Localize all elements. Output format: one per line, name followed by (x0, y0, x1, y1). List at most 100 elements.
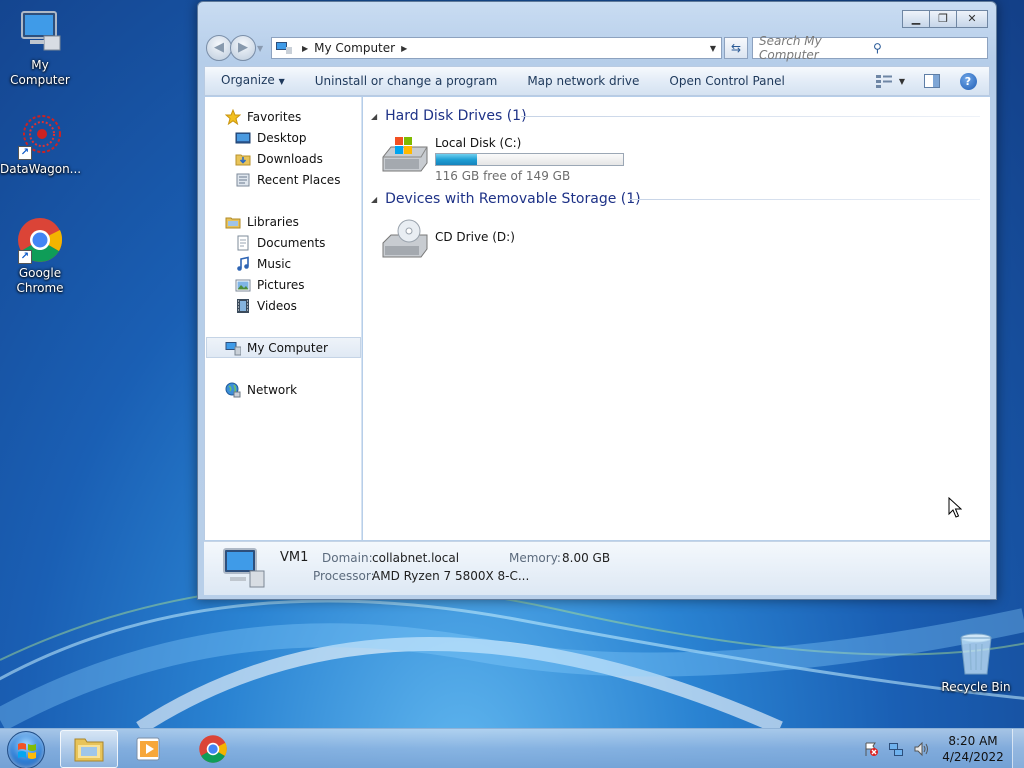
help-button[interactable]: ? (957, 72, 979, 90)
desktop-icon-recycle-bin[interactable]: Recycle Bin (936, 630, 1016, 695)
breadcrumb-separator-icon[interactable]: ▶ (401, 44, 407, 53)
preview-pane-button[interactable] (921, 72, 943, 90)
group-header-removable-storage[interactable]: ◢ Devices with Removable Storage (1) (371, 189, 641, 209)
processor-value: AMD Ryzen 7 5800X 8-C... (372, 569, 530, 583)
change-view-button[interactable] (873, 72, 895, 90)
forward-arrow-icon: ▶ (238, 40, 248, 55)
nav-item-downloads[interactable]: Downloads (235, 149, 323, 169)
clock-time: 8:20 AM (948, 734, 998, 748)
windows-logo-icon (18, 743, 36, 759)
desktop-icon-label: My Computer (10, 58, 70, 87)
nav-item-my-computer[interactable]: My Computer (225, 338, 328, 358)
drive-name: CD Drive (D:) (435, 230, 515, 244)
documents-icon (237, 235, 249, 251)
breadcrumb-separator-icon[interactable]: ▶ (302, 44, 308, 53)
desktop-icon-label: Google Chrome (16, 266, 64, 295)
group-divider (521, 116, 980, 117)
show-desktop-button[interactable] (1012, 729, 1024, 768)
taskbar-windows-explorer[interactable] (60, 730, 118, 768)
shortcut-arrow-icon: ↗ (18, 146, 32, 160)
downloads-folder-icon (235, 154, 251, 166)
caption-buttons: ▁ ❐ ✕ (902, 10, 988, 28)
processor-label: Processor: (313, 569, 375, 583)
desktop-icon-my-computer[interactable]: My Computer (0, 8, 80, 88)
start-button[interactable] (7, 731, 45, 768)
datawagon-icon: ↗ (16, 112, 64, 160)
details-pane: VM1 Domain: collabnet.local Memory: 8.00… (204, 541, 990, 595)
music-note-icon (237, 256, 249, 271)
volume-speaker-icon[interactable] (912, 740, 930, 758)
uninstall-program-button[interactable]: Uninstall or change a program (300, 67, 513, 95)
recent-places-icon (236, 173, 250, 187)
group-header-hard-disks[interactable]: ◢ Hard Disk Drives (1) (371, 106, 527, 126)
address-row: ◀ ▶ ▼ ▶ My Computer ▶ ▼ ⇆ Search My Comp… (206, 34, 988, 62)
organize-button[interactable]: Organize ▼ (205, 66, 300, 96)
desktop-icon-google-chrome[interactable]: ↗ Google Chrome (0, 216, 80, 296)
collapse-triangle-icon[interactable]: ◢ (371, 195, 377, 204)
nav-item-videos[interactable]: Videos (235, 296, 297, 316)
network-status-icon[interactable] (887, 740, 905, 758)
media-player-icon (136, 737, 160, 761)
refresh-button[interactable]: ⇆ (724, 37, 748, 59)
clock-date: 4/24/2022 (942, 750, 1004, 764)
memory-label: Memory: (509, 551, 561, 565)
forward-button[interactable]: ▶ (230, 35, 256, 61)
close-button[interactable]: ✕ (956, 10, 988, 28)
breadcrumb-my-computer[interactable]: My Computer (314, 41, 395, 55)
mouse-cursor-icon (948, 497, 962, 518)
map-network-drive-button[interactable]: Map network drive (512, 67, 654, 95)
view-options-dropdown-icon[interactable]: ▼ (897, 72, 907, 90)
desktop-icon (235, 132, 251, 144)
nav-item-network[interactable]: Network (225, 380, 297, 400)
cd-drive-icon (382, 219, 428, 258)
desktop-icon-datawagon[interactable]: ↗ DataWagon... (0, 112, 82, 177)
desktop-icon-label: DataWagon... (0, 162, 82, 176)
address-dropdown-icon[interactable]: ▼ (705, 44, 721, 53)
recent-pages-dropdown[interactable]: ▼ (257, 44, 267, 53)
libraries-icon (225, 217, 241, 229)
nav-item-favorites[interactable]: Favorites (225, 107, 301, 127)
open-control-panel-button[interactable]: Open Control Panel (654, 67, 799, 95)
disk-capacity-fill (436, 154, 478, 165)
pictures-icon (235, 279, 251, 292)
videos-film-icon (237, 299, 249, 313)
nav-item-music[interactable]: Music (235, 254, 291, 274)
drive-free-space: 116 GB free of 149 GB (435, 169, 571, 183)
nav-item-recent-places[interactable]: Recent Places (235, 170, 340, 190)
desktop-icon-label: Recycle Bin (941, 680, 1011, 694)
minimize-button[interactable]: ▁ (902, 10, 930, 28)
search-input[interactable]: Search My Computer ⚲ (752, 34, 988, 62)
back-button[interactable]: ◀ (206, 35, 232, 61)
nav-item-desktop[interactable]: Desktop (235, 128, 307, 148)
maximize-button[interactable]: ❐ (929, 10, 957, 28)
content-pane: ◢ Hard Disk Drives (1) Local Disk (C:) 1… (363, 97, 990, 540)
drive-name: Local Disk (C:) (435, 136, 522, 150)
nav-item-documents[interactable]: Documents (235, 233, 325, 253)
collapse-triangle-icon[interactable]: ◢ (371, 112, 377, 121)
explorer-window[interactable]: ▁ ❐ ✕ ◀ ▶ ▼ ▶ My Computer ▶ ▼ ⇆ Search M… (197, 1, 997, 600)
chrome-icon: ↗ (16, 216, 64, 264)
back-arrow-icon: ◀ (214, 40, 224, 55)
taskbar-media-player[interactable] (120, 730, 178, 768)
taskbar-google-chrome[interactable] (184, 730, 242, 768)
computer-icon (276, 42, 292, 54)
search-placeholder: Search My Computer (759, 34, 822, 62)
navigation-pane: Favorites Desktop Downloads Recent Place… (204, 97, 362, 540)
nav-item-pictures[interactable]: Pictures (235, 275, 305, 295)
drive-cd-d[interactable]: CD Drive (D:) (381, 219, 515, 259)
domain-value: collabnet.local (372, 551, 460, 565)
nav-item-libraries[interactable]: Libraries (225, 212, 299, 232)
address-bar[interactable]: ▶ My Computer ▶ ▼ (271, 37, 722, 59)
star-icon (225, 109, 241, 125)
computer-icon (223, 548, 265, 588)
help-icon: ? (959, 72, 977, 90)
drive-local-disk-c[interactable]: Local Disk (C:) 116 GB free of 149 GB (381, 135, 624, 183)
action-center-flag-icon[interactable] (862, 740, 880, 758)
view-icon (876, 75, 892, 88)
search-icon[interactable]: ⚲ (873, 41, 987, 55)
disk-capacity-bar (435, 153, 624, 166)
group-divider (629, 199, 980, 200)
preview-pane-icon (924, 74, 940, 88)
taskbar-clock[interactable]: 8:20 AM 4/24/2022 (940, 733, 1006, 765)
taskbar: 8:20 AM 4/24/2022 (0, 728, 1024, 768)
